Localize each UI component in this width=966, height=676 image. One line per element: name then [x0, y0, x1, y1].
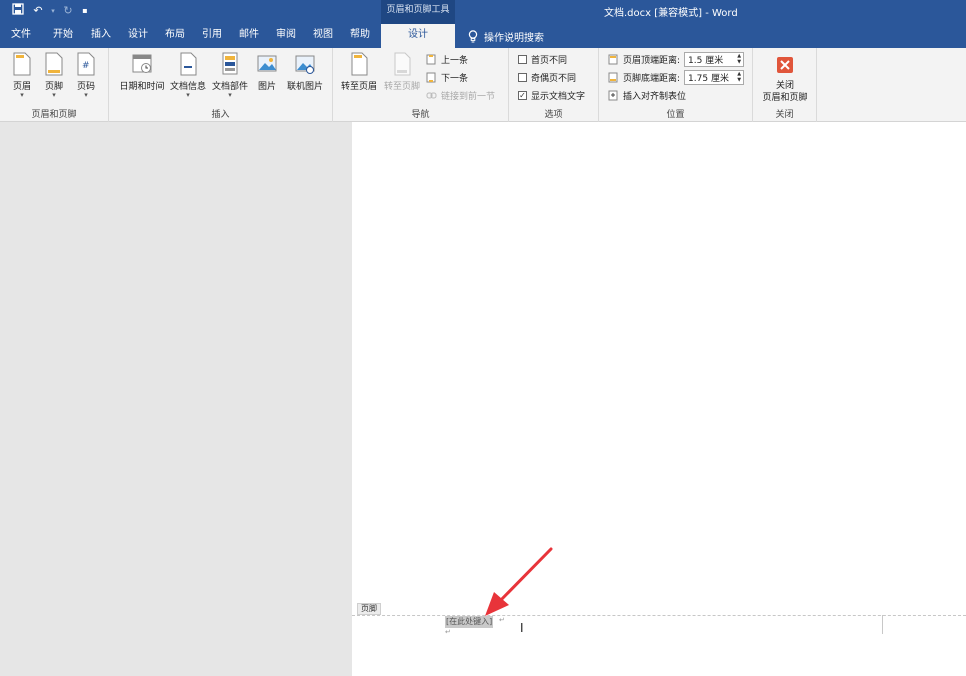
picture-icon: [257, 55, 277, 72]
header-icon: [13, 52, 31, 76]
chevron-down-icon: ▾: [186, 91, 190, 99]
text-cursor-icon: I: [520, 621, 524, 635]
footer-placeholder[interactable]: [在此处键入]: [445, 616, 494, 628]
insert-alignment-tab-button[interactable]: 插入对齐制表位: [608, 87, 686, 103]
header-button[interactable]: 页眉 ▾: [11, 52, 33, 99]
alignment-tab-icon: [608, 90, 618, 100]
spinner-arrows-icon[interactable]: ▲ ▼: [737, 53, 741, 65]
previous-button[interactable]: 上一条: [426, 51, 468, 67]
different-first-page-checkbox[interactable]: 首页不同: [518, 51, 567, 67]
group-position: 页眉顶端距离: 1.5 厘米 ▲ ▼ 页脚底端距离: 1.75 厘米 ▲ ▼ 插入对…: [599, 48, 753, 122]
next-section-icon: [426, 72, 436, 82]
paragraph-mark-icon: ↵: [499, 616, 505, 624]
chevron-down-icon: ▾: [84, 91, 88, 99]
ribbon: 页眉 ▾ 页脚 ▾ # 页码 ▾ 页眉和页脚 日期和时间 文档信息 ▾ 文档部件…: [0, 48, 966, 122]
group-label: 导航: [411, 110, 430, 120]
goto-header-button[interactable]: 转至页眉: [339, 52, 379, 92]
save-icon[interactable]: [10, 3, 26, 19]
tab-layout[interactable]: 布局: [165, 24, 185, 48]
calendar-icon: [132, 54, 152, 73]
group-close: 关闭 页眉和页脚 关闭: [753, 48, 817, 122]
page-number-button[interactable]: # 页码 ▾: [75, 52, 97, 99]
footer-button[interactable]: 页脚 ▾: [43, 52, 65, 99]
tell-me-label: 操作说明搜索: [484, 32, 544, 44]
tab-design[interactable]: 设计: [128, 24, 148, 48]
group-insert: 日期和时间 文档信息 ▾ 文档部件 ▾ 图片 联机图片 插入: [109, 48, 333, 122]
date-time-button[interactable]: 日期和时间: [118, 52, 166, 92]
checkbox-unchecked[interactable]: [518, 72, 527, 82]
quick-access-toolbar: ↶ ▾ ↻ ▪: [10, 3, 90, 19]
link-previous-button[interactable]: 链接到前一节: [426, 87, 495, 103]
tab-view[interactable]: 视图: [313, 24, 333, 48]
header-top-spinner[interactable]: 1.5 厘米 ▲ ▼: [684, 51, 745, 67]
footer-bottom-spinner[interactable]: 1.75 厘米 ▲ ▼: [684, 69, 745, 85]
chevron-down-icon: ▾: [52, 91, 56, 99]
quick-parts-icon: [222, 52, 238, 75]
svg-text:#: #: [82, 61, 90, 71]
header-distance-icon: [608, 54, 618, 64]
tab-review[interactable]: 审阅: [276, 24, 296, 48]
customize-icon[interactable]: ▪: [80, 3, 90, 19]
document-info-icon: [180, 52, 197, 76]
ribbon-tabs: 文件 开始 插入 设计 布局 引用 邮件 审阅 视图 帮助 设计 操作说明搜索: [0, 24, 966, 48]
group-navigation: 转至页眉 转至页脚 上一条 下一条 链接到前一节 导航: [333, 48, 509, 122]
margin-corner: [882, 615, 900, 634]
quick-parts-button[interactable]: 文档部件 ▾: [211, 52, 249, 99]
chevron-down-icon: ▾: [228, 91, 232, 99]
group-label: 页眉和页脚: [31, 110, 77, 120]
undo-icon[interactable]: ↶: [30, 3, 46, 19]
goto-header-icon: [351, 52, 368, 76]
group-label: 插入: [211, 110, 230, 120]
group-label: 关闭: [775, 110, 794, 120]
checkbox-unchecked[interactable]: [518, 54, 527, 64]
tab-mailings[interactable]: 邮件: [239, 24, 259, 48]
footer-tag: 页脚: [357, 603, 381, 615]
different-odd-even-checkbox[interactable]: 奇偶页不同: [518, 69, 576, 85]
document-page[interactable]: 页脚 [在此处键入] ↵ ↵: [352, 122, 966, 676]
footer-distance-icon: [608, 72, 618, 82]
document-area: 页脚 [在此处键入] ↵ ↵: [0, 122, 966, 676]
footer-icon: [45, 52, 63, 76]
chevron-down-icon: ▾: [20, 91, 24, 99]
show-document-text-checkbox[interactable]: ✓ 显示文档文字: [518, 87, 585, 103]
group-label: 选项: [544, 110, 563, 120]
link-icon: [426, 92, 437, 98]
paragraph-mark-icon: ↵: [445, 628, 451, 636]
group-options: 首页不同 奇偶页不同 ✓ 显示文档文字 选项: [509, 48, 599, 122]
title-bar: ↶ ▾ ↻ ▪ 页眉和页脚工具 文档.docx [兼容模式] - Word: [0, 0, 966, 24]
online-picture-button[interactable]: 联机图片: [285, 52, 325, 92]
group-header-footer: 页眉 ▾ 页脚 ▾ # 页码 ▾ 页眉和页脚: [0, 48, 109, 122]
tab-references[interactable]: 引用: [202, 24, 222, 48]
lightbulb-icon: [468, 29, 478, 42]
goto-footer-icon: [394, 52, 411, 76]
document-title: 文档.docx [兼容模式] - Word: [604, 8, 738, 19]
tab-help[interactable]: 帮助: [350, 24, 370, 48]
tab-file[interactable]: 文件: [11, 24, 31, 48]
next-button[interactable]: 下一条: [426, 69, 468, 85]
page-number-icon: #: [77, 52, 95, 76]
context-tab-title: 页眉和页脚工具: [381, 0, 455, 24]
footer-bottom-distance: 页脚底端距离: 1.75 厘米 ▲ ▼: [608, 69, 745, 85]
redo-icon[interactable]: ↻: [60, 3, 76, 19]
online-picture-icon: [295, 55, 315, 74]
header-top-distance: 页眉顶端距离: 1.5 厘米 ▲ ▼: [608, 51, 745, 67]
tab-header-footer-design[interactable]: 设计: [381, 24, 455, 48]
close-icon: [777, 57, 793, 73]
close-header-footer-button[interactable]: 关闭 页眉和页脚: [757, 52, 813, 104]
undo-dropdown-icon[interactable]: ▾: [50, 3, 56, 19]
tab-insert[interactable]: 插入: [91, 24, 111, 48]
doc-info-button[interactable]: 文档信息 ▾: [169, 52, 207, 99]
tab-home[interactable]: 开始: [53, 24, 73, 48]
checkmark-icon[interactable]: ✓: [518, 90, 527, 100]
group-label: 位置: [666, 110, 685, 120]
picture-button[interactable]: 图片: [255, 52, 279, 92]
previous-section-icon: [426, 54, 436, 64]
goto-footer-button[interactable]: 转至页脚: [382, 52, 422, 92]
spinner-arrows-icon[interactable]: ▲ ▼: [737, 71, 741, 83]
tell-me-search[interactable]: 操作说明搜索: [468, 24, 544, 48]
